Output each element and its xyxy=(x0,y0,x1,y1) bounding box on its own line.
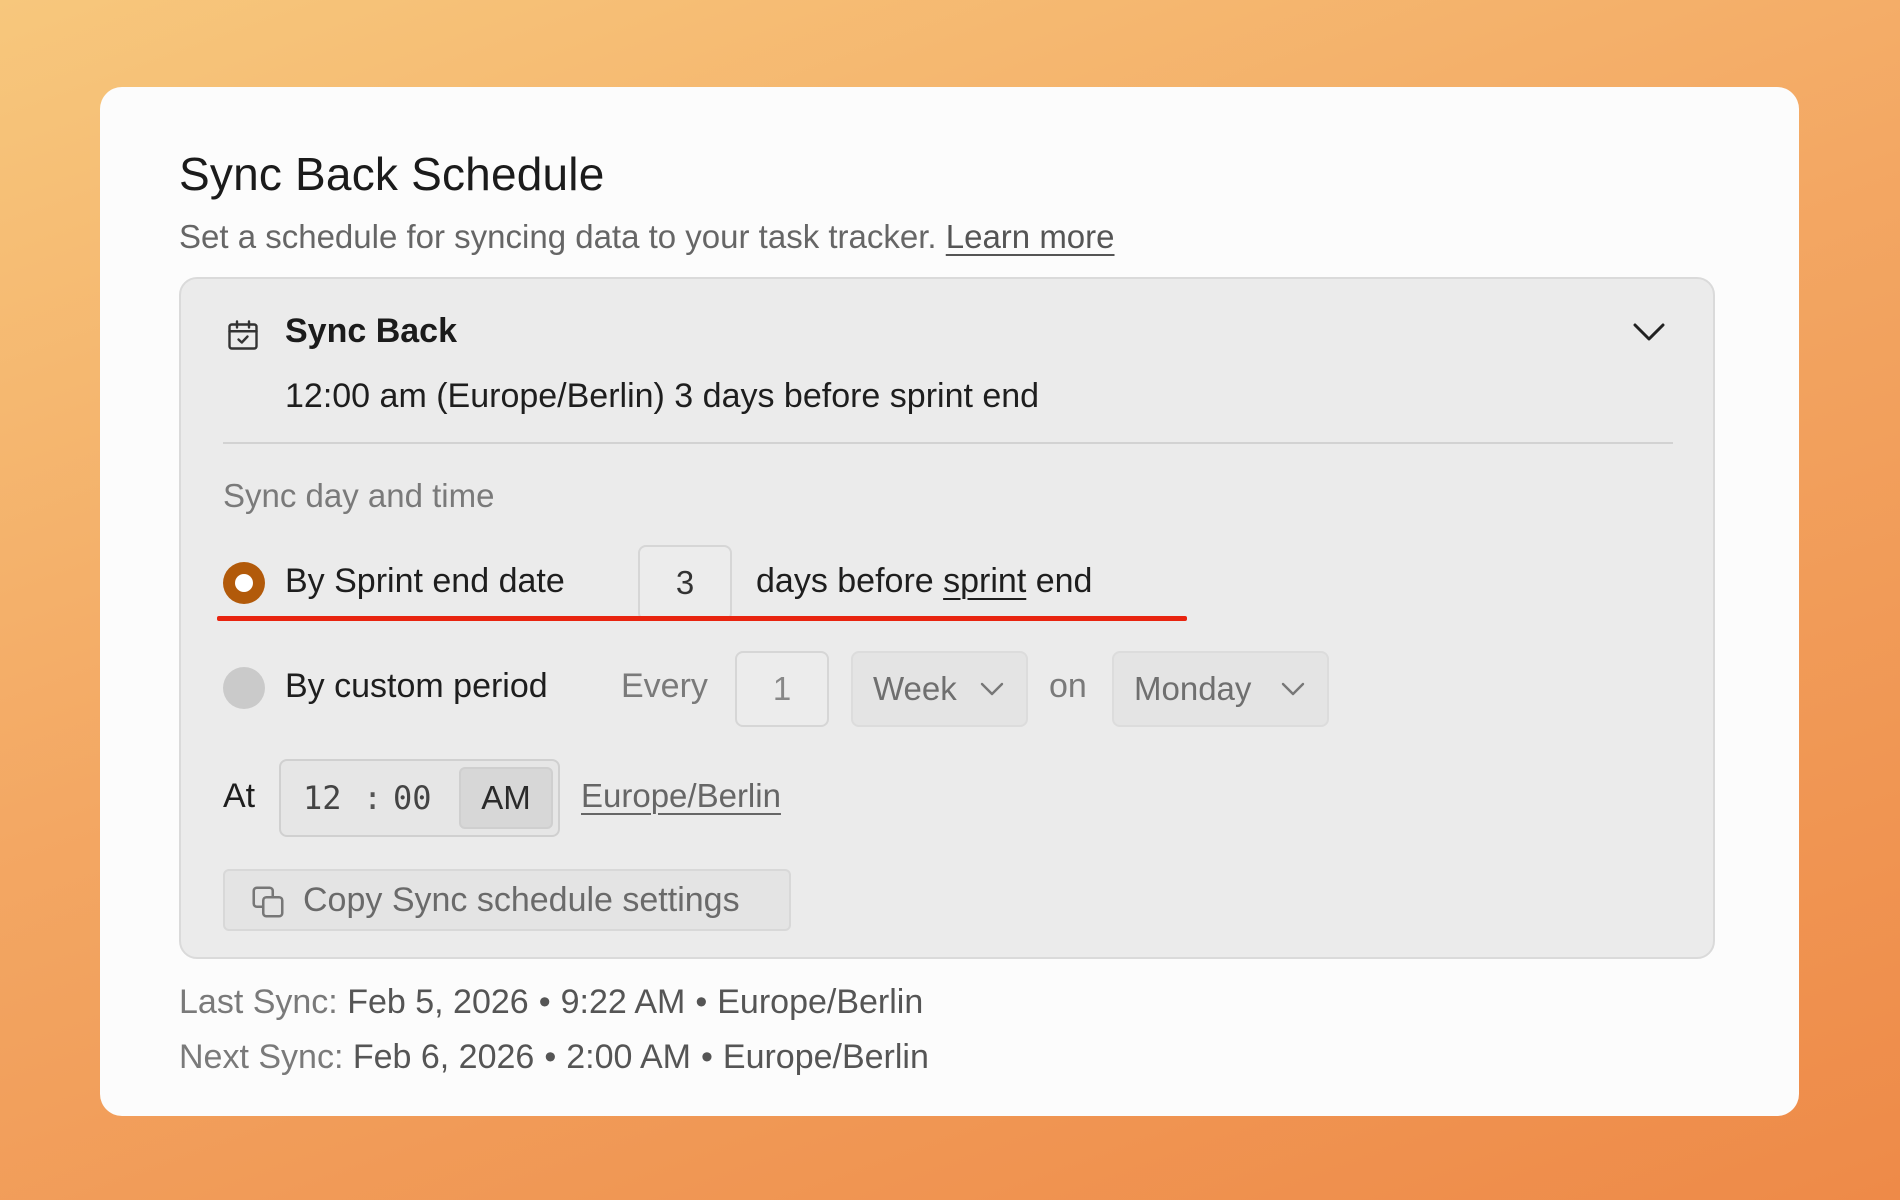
minute-field[interactable]: 00 xyxy=(393,761,432,835)
weekday-select[interactable]: Monday xyxy=(1112,651,1329,727)
separator-dot: • xyxy=(695,983,708,1021)
at-label: At xyxy=(223,777,256,815)
radio-custom-period[interactable] xyxy=(223,667,265,709)
highlight-underline xyxy=(217,616,1187,621)
last-sync-timezone: Europe/Berlin xyxy=(717,983,924,1021)
section-label: Sync day and time xyxy=(223,477,495,514)
sprint-link[interactable]: sprint xyxy=(943,562,1026,600)
calendar-check-icon xyxy=(228,320,258,350)
next-sync-timezone: Europe/Berlin xyxy=(722,1038,929,1076)
chevron-down-icon xyxy=(1281,682,1305,696)
days-before-suffix: end xyxy=(1035,562,1093,600)
days-before-input[interactable]: 3 xyxy=(638,545,732,621)
last-sync-date: Feb 5, 2026 xyxy=(347,983,529,1021)
days-before-prefix: days before xyxy=(756,562,934,600)
learn-more-link[interactable]: Learn more xyxy=(946,218,1115,255)
page-title: Sync Back Schedule xyxy=(179,148,605,200)
next-sync-date: Feb 6, 2026 xyxy=(352,1038,535,1076)
radio-sprint-end-date[interactable] xyxy=(223,562,265,604)
timezone-link[interactable]: Europe/Berlin xyxy=(581,777,781,815)
subtitle-text: Set a schedule for syncing data to your … xyxy=(179,218,937,255)
page-subtitle: Set a schedule for syncing data to your … xyxy=(179,218,1115,256)
copy-icon xyxy=(252,886,284,918)
last-sync-time: 9:22 AM xyxy=(560,983,686,1021)
chevron-down-icon[interactable] xyxy=(1629,317,1669,347)
option-custom-label[interactable]: By custom period xyxy=(285,667,548,706)
on-label: on xyxy=(1049,667,1087,705)
next-sync-label: Next Sync: xyxy=(179,1038,344,1076)
sync-back-schedule-card: Sync Back Schedule Set a schedule for sy… xyxy=(100,87,1799,1116)
every-count-input[interactable]: 1 xyxy=(735,651,829,727)
separator-dot: • xyxy=(538,983,551,1021)
divider xyxy=(223,442,1673,444)
every-label: Every xyxy=(621,667,708,705)
weekday-select-value: Monday xyxy=(1134,670,1252,707)
hour-field[interactable]: 12 xyxy=(303,761,342,835)
last-sync-label: Last Sync: xyxy=(179,983,338,1021)
time-picker[interactable]: 12 : 00 AM xyxy=(279,759,560,837)
last-sync-line: Last Sync: Feb 5, 2026 • 9:22 AM • Europe/Be… xyxy=(179,983,923,1022)
next-sync-time: 2:00 AM xyxy=(566,1038,691,1076)
time-separator: : xyxy=(363,779,383,817)
panel-title: Sync Back xyxy=(285,312,457,350)
separator-dot: • xyxy=(700,1038,713,1076)
copy-settings-label: Copy Sync schedule settings xyxy=(303,881,740,919)
period-select-value: Week xyxy=(873,670,957,707)
sync-back-panel: Sync Back 12:00 am (Europe/Berlin) 3 day… xyxy=(179,277,1715,959)
schedule-summary: 12:00 am (Europe/Berlin) 3 days before s… xyxy=(285,377,1040,415)
copy-settings-button[interactable]: Copy Sync schedule settings xyxy=(223,869,791,931)
days-before-text: days before sprint end xyxy=(756,562,1092,601)
chevron-down-icon xyxy=(980,682,1004,696)
next-sync-line: Next Sync: Feb 6, 2026 • 2:00 AM • Europe/Be… xyxy=(179,1038,929,1077)
option-sprint-label[interactable]: By Sprint end date xyxy=(285,562,565,601)
period-select[interactable]: Week xyxy=(851,651,1028,727)
separator-dot: • xyxy=(544,1038,557,1076)
ampm-toggle[interactable]: AM xyxy=(459,767,553,829)
